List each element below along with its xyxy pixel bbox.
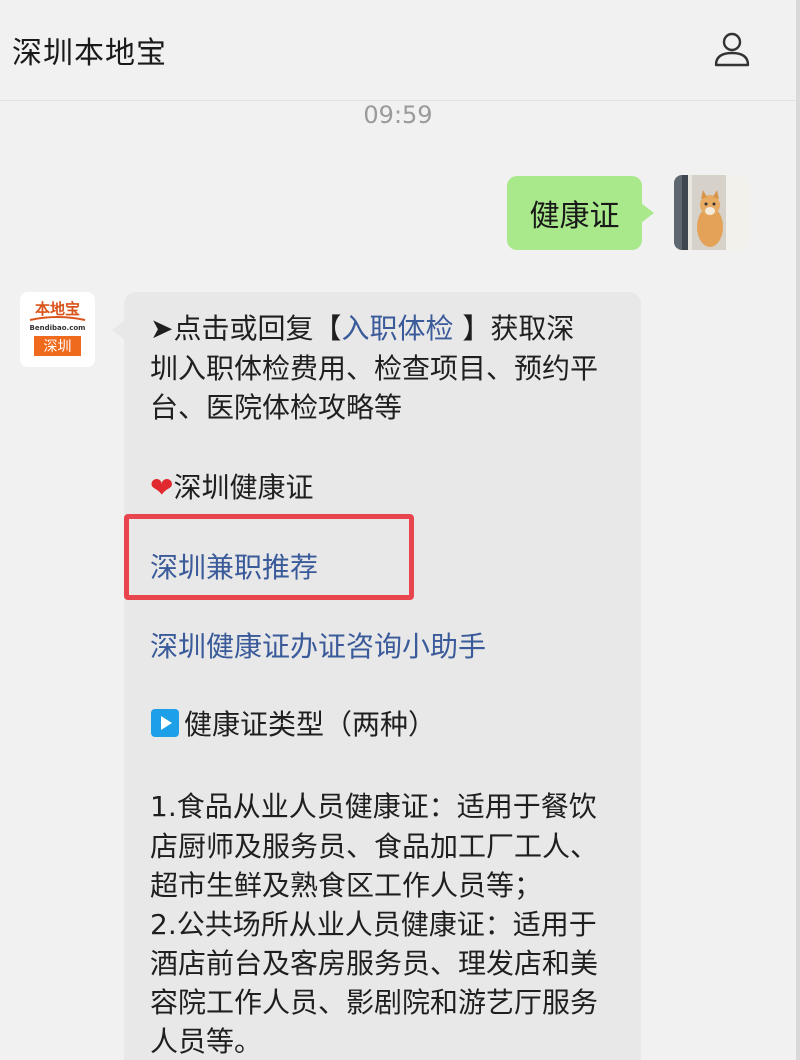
health-cert-heading: 深圳健康证 xyxy=(173,471,314,504)
section-title-text: 健康证类型（两种） xyxy=(184,708,437,741)
chat-window: 深圳本地宝 09:59 健康证 本地宝 Bendibao.com 深圳 ➤点击或… xyxy=(0,0,800,1060)
chat-title: 深圳本地宝 xyxy=(12,36,167,71)
heart-icon: ❤ xyxy=(150,471,174,504)
bendibao-logo-avatar[interactable]: 本地宝 Bendibao.com 深圳 xyxy=(20,292,95,367)
logo-domain-text: Bendibao.com xyxy=(30,324,86,332)
link-health-cert-assistant[interactable]: 深圳健康证办证咨询小助手 xyxy=(150,628,486,666)
user-avatar[interactable] xyxy=(674,175,749,250)
message-line-1: ➤点击或回复【入职体检 】获取深 xyxy=(150,310,574,348)
cat-photo-image xyxy=(674,175,749,250)
message-line-2: 圳入职体检费用、检查项目、预约平 xyxy=(150,352,599,385)
user-profile-icon[interactable] xyxy=(710,28,754,72)
incoming-message-bubble: ➤点击或回复【入职体检 】获取深 圳入职体检费用、检查项目、预约平 台、医院体检… xyxy=(112,292,641,1060)
paragraph-line-2: 店厨师及服务员、食品加工厂工人、 xyxy=(150,830,599,863)
paragraph-line-5: 酒店前台及客房服务员、理发店和美 xyxy=(150,947,599,980)
paragraph-line-6: 容院工作人员、影剧院和游艺厅服务 xyxy=(150,986,599,1019)
line1-suffix: 】获取深 xyxy=(453,312,575,345)
paragraph-line-4: 2.公共场所从业人员健康证：适用于 xyxy=(150,908,597,941)
outgoing-message-bubble[interactable]: 健康证 xyxy=(507,176,654,250)
paragraph-line-1: 1.食品从业人员健康证：适用于餐饮 xyxy=(150,790,597,823)
play-icon xyxy=(151,709,179,737)
paragraph-line-7: 人员等。 xyxy=(150,1025,263,1058)
line1-prefix: ➤点击或回复【 xyxy=(150,312,342,345)
outgoing-message-text: 健康证 xyxy=(529,199,620,234)
chat-header: 深圳本地宝 xyxy=(0,0,796,101)
link-parttime-jobs[interactable]: 深圳兼职推荐 xyxy=(150,549,318,587)
logo-city-text: 深圳 xyxy=(44,339,72,355)
link-entry-exam[interactable]: 入职体检 xyxy=(341,312,453,345)
logo-brand-text: 本地宝 xyxy=(35,300,80,318)
message-line-heart: ❤深圳健康证 xyxy=(150,469,313,507)
message-line-3: 台、医院体检攻略等 xyxy=(150,391,403,424)
section-heading-types: 健康证类型（两种） xyxy=(150,706,436,744)
bendibao-logo: 本地宝 Bendibao.com 深圳 xyxy=(20,292,95,367)
paragraph-line-3: 超市生鲜及熟食区工作人员等； xyxy=(150,869,543,902)
message-timestamp: 09:59 xyxy=(363,101,433,129)
